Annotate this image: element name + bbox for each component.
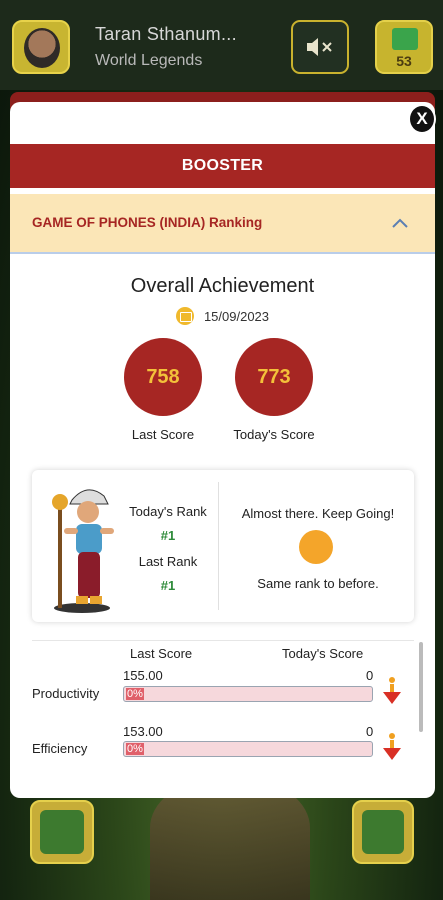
chevron-up-icon <box>392 218 408 228</box>
chief-character-illustration <box>52 489 114 613</box>
bottom-left-game-button[interactable] <box>30 800 94 864</box>
efficiency-label: Efficiency <box>32 741 88 756</box>
achievement-title: Overall Achievement <box>130 275 315 297</box>
rank-message: Almost there. Keep Going! <box>241 506 395 521</box>
background-path <box>150 780 310 900</box>
user-subtitle: World Legends <box>95 52 203 69</box>
efficiency-percent: 0% <box>126 743 144 755</box>
scrollbar[interactable] <box>419 642 423 732</box>
rank-divider <box>218 482 219 610</box>
achievement-date-row: 15/09/2023 <box>10 307 435 325</box>
ranking-label: GAME OF PHONES (INDIA) Ranking <box>32 215 263 230</box>
productivity-today-score: 0 <box>366 668 374 683</box>
rank-status: Same rank to before. <box>257 576 379 591</box>
close-button[interactable]: X <box>408 104 436 134</box>
today-score-label: Today's Score <box>233 427 315 442</box>
rank-status-dot <box>299 530 333 564</box>
efficiency-today-score: 0 <box>366 724 374 739</box>
last-score-circle: 758 <box>124 338 202 416</box>
cash-icon <box>392 28 418 50</box>
productivity-percent: 0% <box>126 688 144 700</box>
efficiency-last-score: 153.00 <box>123 724 163 739</box>
bottom-booster-button[interactable] <box>352 800 414 864</box>
booster-modal: BOOSTER GAME OF PHONES (INDIA) Ranking O… <box>10 102 435 798</box>
section-title: BOOSTER <box>10 144 435 188</box>
productivity-progress-bar: 0% <box>123 686 373 702</box>
speaker-muted-icon <box>307 38 332 56</box>
col-last-score: Last Score <box>130 646 193 661</box>
today-score-circle: 773 <box>235 338 313 416</box>
productivity-last-score: 155.00 <box>123 668 163 683</box>
coins-button[interactable]: 53 <box>375 20 433 74</box>
achievement-date: 15/09/2023 <box>203 308 270 324</box>
mute-button[interactable] <box>291 20 349 74</box>
metrics-divider <box>32 640 414 641</box>
today-rank-label: Today's Rank <box>129 504 207 519</box>
user-name: Taran Sthanum... <box>95 24 237 44</box>
last-rank-value: #1 <box>160 578 176 593</box>
ranking-accordion[interactable]: GAME OF PHONES (INDIA) Ranking <box>10 194 435 254</box>
top-bar: Taran Sthanum... World Legends 53 <box>0 0 443 90</box>
metrics-section: Last Score Today's Score 155.00 0 Produc… <box>32 640 414 798</box>
last-score-label: Last Score <box>131 427 195 442</box>
today-rank-value: #1 <box>160 528 176 543</box>
productivity-label: Productivity <box>32 686 100 701</box>
efficiency-progress-bar: 0% <box>123 741 373 757</box>
trend-down-arrow-icon <box>383 733 401 760</box>
rank-card: Today's Rank #1 Last Rank #1 Almost ther… <box>32 470 414 622</box>
last-rank-label: Last Rank <box>138 554 198 569</box>
coin-count: 53 <box>396 53 412 69</box>
avatar[interactable] <box>12 20 70 74</box>
calendar-icon <box>175 307 194 325</box>
col-today-score: Today's Score <box>282 646 364 661</box>
trend-down-arrow-icon <box>383 677 401 704</box>
